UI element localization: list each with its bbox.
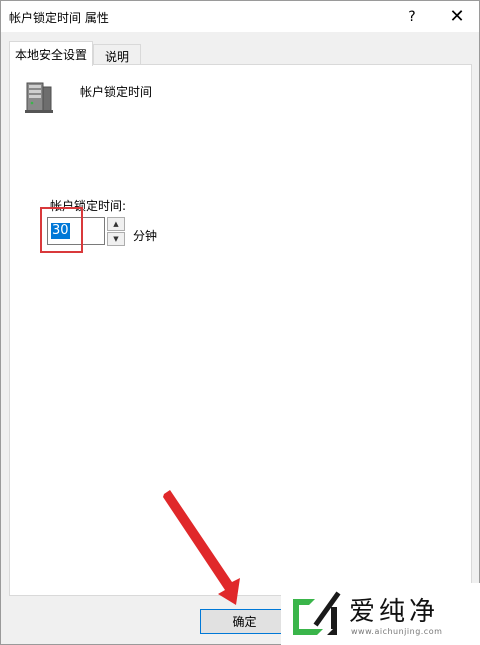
- title-bar: 帐户锁定时间 属性 ? ✕: [1, 1, 479, 32]
- watermark-url: www.aichunjing.com: [351, 627, 443, 636]
- spin-up-button[interactable]: ▲: [107, 217, 125, 231]
- spin-down-button[interactable]: ▼: [107, 232, 125, 246]
- arrow-up-icon: ▲: [113, 220, 119, 228]
- help-icon: ?: [408, 8, 416, 25]
- arrow-down-icon: ▼: [113, 235, 119, 243]
- policy-name: 帐户锁定时间: [80, 85, 153, 99]
- watermark: 爱纯净 www.aichunjing.com: [281, 583, 480, 645]
- close-icon: ✕: [449, 6, 465, 27]
- close-button[interactable]: ✕: [435, 1, 479, 32]
- tab-label: 说明: [104, 49, 129, 64]
- tab-label: 本地安全设置: [14, 47, 87, 62]
- tab-panel: [9, 64, 472, 596]
- window-title: 帐户锁定时间 属性: [9, 11, 109, 25]
- watermark-name: 爱纯净: [349, 597, 440, 627]
- help-button[interactable]: ?: [390, 1, 434, 32]
- ok-button[interactable]: 确定: [200, 609, 289, 634]
- ok-label: 确定: [232, 615, 257, 629]
- tab-local-security-setting[interactable]: 本地安全设置: [9, 41, 93, 66]
- duration-unit: 分钟: [133, 229, 158, 243]
- server-icon: [25, 82, 53, 113]
- watermark-logo-icon: [293, 591, 341, 635]
- highlight-box: [40, 207, 83, 253]
- properties-dialog: 帐户锁定时间 属性 ? ✕ 本地安全设置 说明 帐户锁定时间 帐户锁定时间: 3…: [0, 0, 480, 645]
